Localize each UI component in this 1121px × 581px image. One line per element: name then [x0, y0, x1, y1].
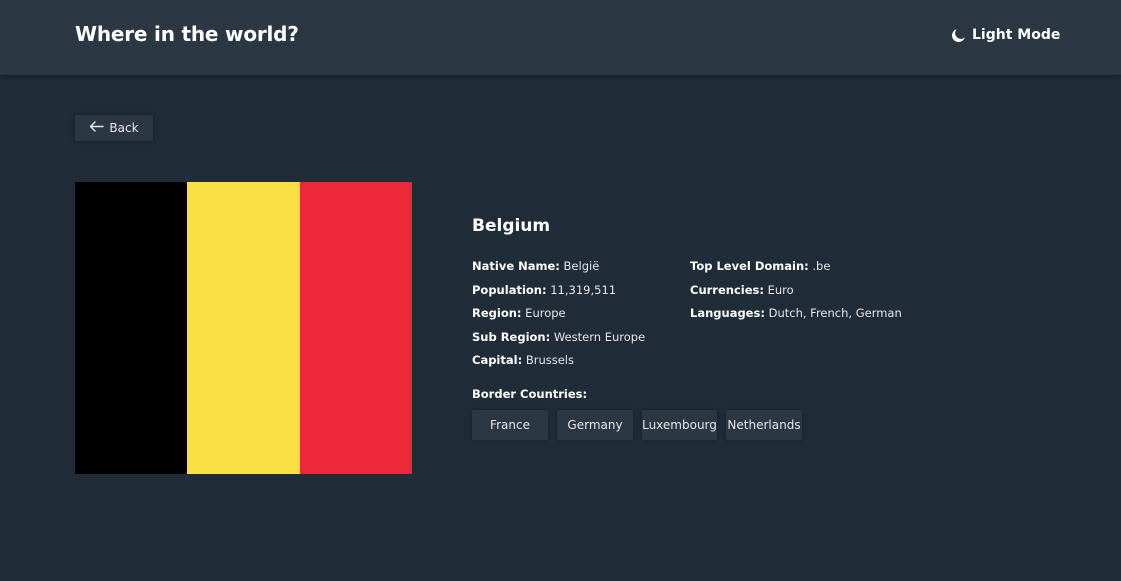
country-name: Belgium — [472, 216, 551, 236]
currencies-row: Currencies: Euro — [690, 283, 902, 307]
population-row: Population: 11,319,511 — [472, 283, 645, 307]
theme-toggle-button[interactable]: Light Mode — [951, 25, 1060, 45]
detail-value: Western Europe — [553, 329, 646, 344]
app-title: Where in the world? — [75, 22, 299, 46]
country-flag — [75, 182, 412, 474]
detail-key: Region: — [472, 306, 522, 320]
detail-value: 11,319,511 — [550, 282, 617, 297]
detail-value: Euro — [767, 282, 794, 297]
detail-key: Sub Region: — [472, 329, 551, 344]
border-country-france[interactable]: France — [472, 410, 548, 440]
detail-key: Native Name: — [472, 259, 560, 273]
arrow-left-icon — [89, 121, 105, 135]
native-name-row: Native Name: België — [472, 259, 645, 283]
detail-key: Population: — [472, 282, 547, 297]
detail-key: Top Level Domain: — [690, 259, 809, 273]
details-primary: Native Name: België Population: 11,319,5… — [472, 259, 645, 377]
capital-row: Capital: Brussels — [472, 353, 645, 377]
detail-value: Dutch, French, German — [768, 306, 902, 320]
moon-icon — [951, 28, 966, 43]
sub-region-row: Sub Region: Western Europe — [472, 330, 645, 354]
border-country-netherlands[interactable]: Netherlands — [726, 410, 802, 440]
back-button-label: Back — [109, 121, 139, 135]
top-level-domain-row: Top Level Domain: .be — [690, 259, 902, 283]
flag-stripe-black — [75, 182, 188, 474]
flag-stripe-red — [299, 182, 412, 474]
region-row: Region: Europe — [472, 306, 645, 330]
details-secondary: Top Level Domain: .be Currencies: Euro L… — [690, 259, 902, 330]
border-countries-list: France Germany Luxembourg Netherlands — [472, 410, 802, 440]
detail-value: België — [563, 259, 600, 273]
theme-toggle-label: Light Mode — [972, 27, 1061, 43]
flag-stripe-yellow — [187, 182, 300, 474]
detail-value: Brussels — [525, 353, 574, 367]
detail-key: Languages: — [690, 306, 765, 320]
languages-row: Languages: Dutch, French, German — [690, 306, 902, 330]
detail-key: Capital: — [472, 353, 523, 367]
border-country-luxembourg[interactable]: Luxembourg — [642, 410, 717, 440]
detail-value: .be — [812, 259, 831, 273]
app-header: Where in the world? Light Mode — [0, 0, 1121, 75]
detail-value: Europe — [525, 306, 566, 320]
back-button[interactable]: Back — [75, 115, 153, 141]
detail-key: Currencies: — [690, 282, 764, 297]
border-countries-label: Border Countries: — [472, 387, 588, 401]
border-country-germany[interactable]: Germany — [557, 410, 633, 440]
